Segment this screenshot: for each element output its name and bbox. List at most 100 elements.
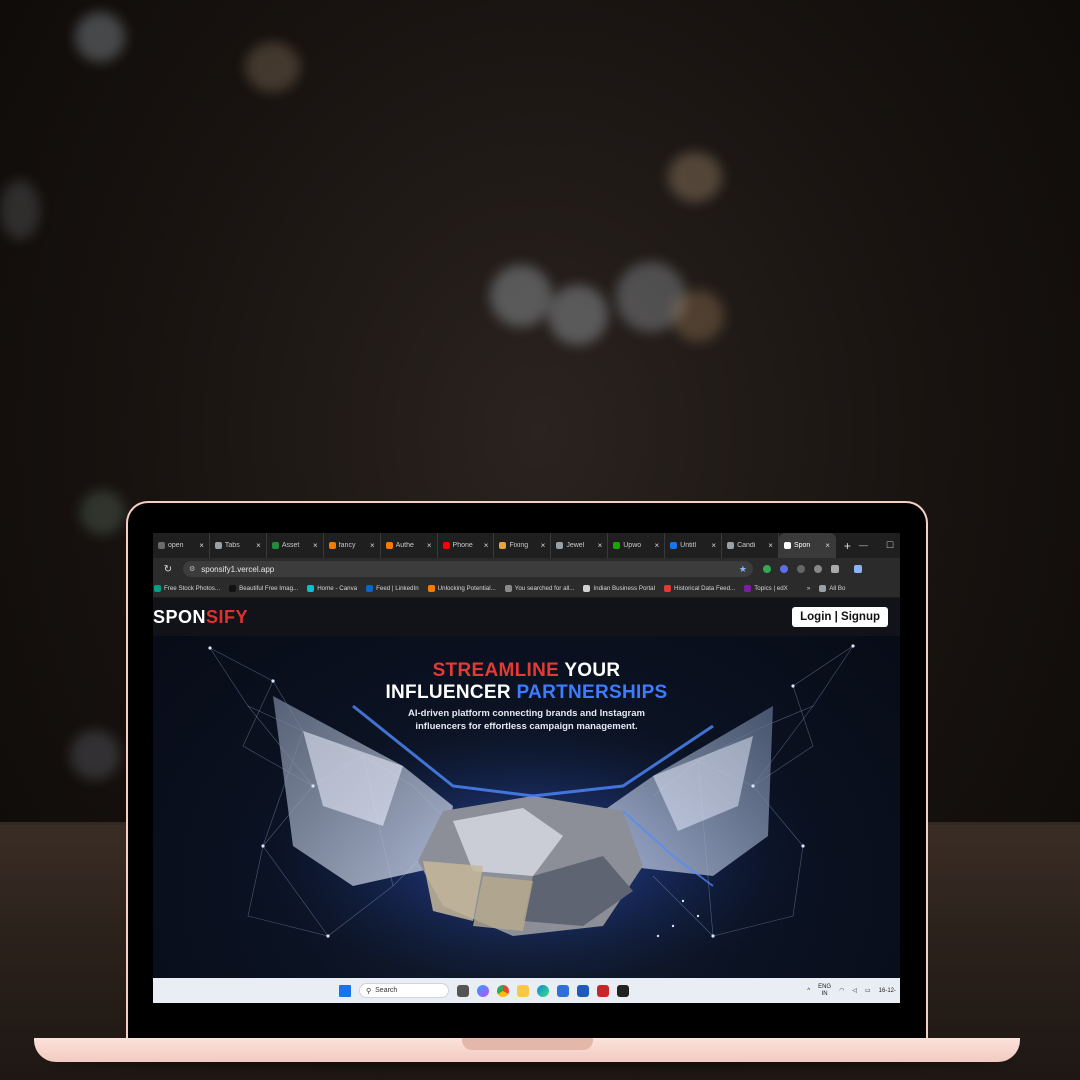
tab-close-icon[interactable]: × [825,541,830,550]
tab-close-icon[interactable]: × [313,541,318,550]
extension-icon[interactable] [780,565,788,573]
tab-close-icon[interactable]: × [711,541,716,550]
tab-close-icon[interactable]: × [768,541,773,550]
bookmark-item[interactable]: Unlocking Potential... [427,585,496,592]
laptop-notch [462,1038,593,1050]
site-logo[interactable]: SPONSIFY [153,607,248,628]
logo-part-white: SPON [153,606,207,627]
tab-favicon-icon [328,542,336,549]
tab-close-icon[interactable]: × [484,541,489,550]
login-signup-button[interactable]: Login | Signup [792,607,888,627]
tab-favicon-icon [442,542,450,549]
headline-white-word: YOUR [559,660,621,681]
tab-close-icon[interactable]: × [598,541,603,550]
battery-icon[interactable]: ▭ [865,987,871,994]
bokeh-light [668,152,722,202]
bookmark-item[interactable]: Home - Canva [307,585,357,592]
browser-tab[interactable]: Candi × [722,533,779,558]
puzzle-extensions-icon[interactable] [831,565,839,573]
browser-tab[interactable]: open × [153,533,210,558]
tab-label: Tabs [224,542,240,549]
browser-tab[interactable]: Tabs × [210,533,267,558]
bookmark-favicon-icon [307,585,315,592]
bookmark-label: Feed | LinkedIn [376,585,419,592]
tab-close-icon[interactable]: × [199,541,204,550]
shield-extension-icon[interactable] [763,565,771,573]
maximize-icon[interactable]: ☐ [886,540,894,551]
bookmark-item[interactable]: Historical Data Feed... [664,585,735,592]
bookmark-item[interactable]: Free Stock Photos... [154,585,220,592]
tab-close-icon[interactable]: × [256,541,261,550]
bookmark-favicon-icon [796,585,804,592]
browser-tab[interactable]: Asset × [267,533,324,558]
browser-tab[interactable]: Spon × [778,533,836,558]
bookmark-item[interactable]: All Bo [819,585,845,592]
download-icon[interactable] [854,565,862,573]
mcafee-icon[interactable] [597,984,609,997]
minimize-icon[interactable]: — [859,540,868,551]
tab-label: fancy [338,542,356,549]
browser-tab[interactable]: fancy × [324,533,381,558]
bookmark-item[interactable]: » [796,585,811,592]
browser-tabstrip: open × Tabs × Asset × fancy × Authe × Phone × Fixing… [153,533,900,558]
app-icon[interactable] [617,984,629,997]
volume-icon[interactable]: ◁ [852,987,857,994]
reload-icon[interactable]: ↻ [153,564,183,575]
bookmark-item[interactable]: Feed | LinkedIn [366,585,419,592]
tab-label: Spon [793,542,811,549]
browser-tab[interactable]: Authe × [381,533,438,558]
chevron-up-icon[interactable]: ^ [807,988,810,994]
bookmark-item[interactable]: Topics | edX [744,585,788,592]
bookmark-star-icon[interactable]: ★ [739,564,747,575]
copilot-icon[interactable] [477,984,489,997]
bookmark-label: Indian Business Portal [593,585,655,592]
tab-favicon-icon [385,542,393,549]
url-text[interactable]: sponsify1.vercel.app [201,565,733,574]
bokeh-light [672,290,724,342]
site-settings-icon[interactable]: ⚙ [189,565,195,573]
bokeh-light [70,730,120,780]
language-indicator[interactable]: ENG IN [818,984,831,998]
bookmark-favicon-icon [366,585,374,592]
omnibox[interactable]: ⚙ sponsify1.vercel.app ★ [183,561,753,577]
tab-close-icon[interactable]: × [654,541,659,550]
tab-close-icon[interactable]: × [541,541,546,550]
wifi-icon[interactable]: ◠ [839,987,844,994]
bookmark-favicon-icon [504,585,512,592]
taskbar-search[interactable]: ⚲ Search [359,983,449,998]
tab-favicon-icon [727,542,735,549]
windows-start-icon[interactable] [339,984,351,997]
tab-close-icon[interactable]: × [427,541,432,550]
site-navbar: SPONSIFY Login | Signup [153,598,900,636]
browser-tab[interactable]: Phone × [438,533,495,558]
browser-tab[interactable]: Upwo × [608,533,666,558]
extension-icon[interactable] [797,565,805,573]
bookmark-item[interactable]: You searched for all... [504,585,575,592]
hero-headline-line2: INFLUENCER PARTNERSHIPS [153,682,900,704]
tab-label: Phone [452,542,473,549]
bookmark-label: You searched for all... [514,585,575,592]
region-code: IN [821,990,828,997]
address-bar-row: ↻ ⚙ sponsify1.vercel.app ★ [153,558,900,580]
tab-label: Upwo [623,542,642,549]
browser-tab[interactable]: Fixing × [494,533,552,558]
tab-close-icon[interactable]: × [370,541,375,550]
file-explorer-icon[interactable] [517,984,529,997]
new-tab-button[interactable]: + [836,539,859,553]
bookmark-label: All Bo [829,585,846,592]
bokeh-light [0,180,40,240]
date-text[interactable]: 16-12- [879,988,896,994]
app-icon[interactable] [577,984,589,997]
bookmark-item[interactable]: Indian Business Portal [583,585,655,592]
bookmark-favicon-icon [819,585,827,592]
browser-tab[interactable]: Jewel × [551,533,609,558]
edge-icon[interactable] [537,984,549,997]
bookmark-item[interactable]: Beautiful Free Imag... [229,585,298,592]
camera-extension-icon[interactable] [814,565,822,573]
store-icon[interactable] [557,984,569,997]
bookmark-label: » [806,585,811,592]
chrome-icon[interactable] [497,984,509,997]
system-tray: ^ ENG IN ◠ ◁ ▭ 16-12- [807,984,900,998]
task-view-icon[interactable] [457,984,469,997]
browser-tab[interactable]: Untitl × [665,533,723,558]
